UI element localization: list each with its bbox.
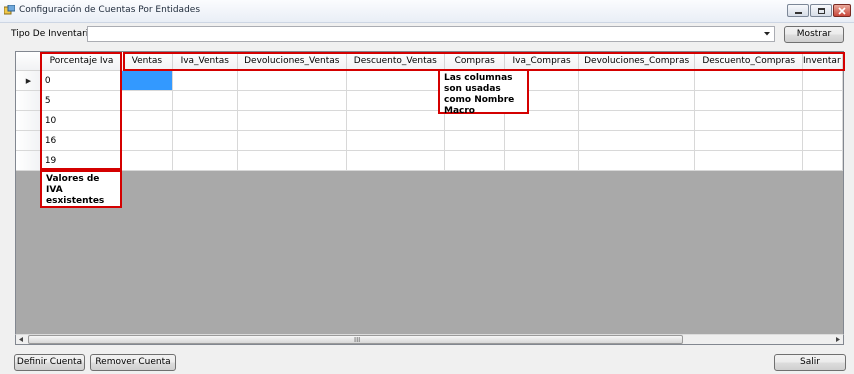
grid-cell[interactable] [694,150,803,171]
tipo-inventario-select[interactable] [87,26,775,42]
row-header[interactable] [16,90,42,111]
grid-cell[interactable] [121,150,173,171]
grid-cell[interactable] [444,130,506,151]
grid-cell[interactable] [694,90,803,111]
table-row[interactable]: 5 [16,90,843,111]
grid-cell[interactable] [237,150,347,171]
grid-cell[interactable] [694,130,803,151]
scrollbar-grip: III [354,336,361,344]
values-highlight-box [40,52,122,170]
grid-cell[interactable] [121,130,173,151]
grid-cell[interactable] [578,90,696,111]
grid-cell[interactable] [578,150,696,171]
row-header[interactable] [16,130,42,151]
title-bar: Configuración de Cuentas Por Entidades [0,0,854,23]
grid-cell[interactable] [694,70,803,91]
grid-cell[interactable] [172,70,239,91]
horizontal-scrollbar[interactable]: III [15,334,844,345]
grid-cell[interactable] [802,130,843,151]
grid-cell[interactable] [802,110,843,131]
minimize-button[interactable] [787,4,809,17]
grid-cell-selected[interactable] [121,70,173,91]
grid-cell[interactable] [802,70,843,91]
grid-cell[interactable] [172,130,239,151]
grid-cell[interactable] [504,130,579,151]
window-title: Configuración de Cuentas Por Entidades [19,5,201,15]
grid-cell[interactable] [346,130,446,151]
grid-cell[interactable] [172,110,239,131]
table-row[interactable]: ▶ 0 [16,70,843,91]
grid-cell[interactable] [802,90,843,111]
table-row[interactable]: 16 [16,130,843,151]
tipo-inventario-label: Tipo De Inventario [11,29,94,39]
grid-cell[interactable] [694,110,803,131]
close-icon [838,7,846,15]
chevron-down-icon [764,32,770,36]
grid-cell[interactable] [237,70,347,91]
remover-cuenta-button[interactable]: Remover Cuenta [90,354,176,371]
grid-cell[interactable] [578,110,696,131]
grid-cell[interactable] [578,130,696,151]
grid-cell[interactable] [578,70,696,91]
grid-cell[interactable] [444,150,506,171]
grid-cell[interactable] [237,110,347,131]
current-row-arrow-icon: ▶ [25,76,32,85]
close-button[interactable] [833,4,851,17]
row-header[interactable] [16,150,42,171]
cuentas-grid[interactable]: Porcentaje Iva Ventas Iva_Ventas Devoluc… [15,51,844,345]
grid-cell[interactable] [504,150,579,171]
grid-cell[interactable] [237,130,347,151]
scroll-left-icon[interactable] [16,335,27,344]
grid-cell[interactable] [121,110,173,131]
salir-button[interactable]: Salir [774,354,846,371]
table-row[interactable]: 19 [16,150,843,171]
table-row[interactable]: 10 [16,110,843,131]
corner-header [16,52,42,71]
grid-cell[interactable] [237,90,347,111]
mostrar-button[interactable]: Mostrar [784,26,844,43]
scrollbar-thumb[interactable]: III [28,335,683,344]
grid-cell[interactable] [172,150,239,171]
definir-cuenta-button[interactable]: Definir Cuenta [14,354,85,371]
row-header[interactable] [16,110,42,131]
grid-cell[interactable] [802,150,843,171]
minimize-icon [795,12,802,14]
maximize-button[interactable] [810,4,832,17]
maximize-icon [818,8,825,14]
values-note: Valores de IVA esxistentes [40,170,122,208]
grid-cell[interactable] [121,90,173,111]
grid-cell[interactable] [172,90,239,111]
grid-cell[interactable] [346,90,446,111]
grid-cell[interactable] [346,150,446,171]
grid-cell[interactable] [346,70,446,91]
app-icon [4,5,15,15]
columns-note: Las columnas son usadas como Nombre Macr… [438,69,529,116]
row-header[interactable]: ▶ [16,70,42,91]
grid-cell[interactable] [346,110,446,131]
scroll-right-icon[interactable] [832,335,843,344]
